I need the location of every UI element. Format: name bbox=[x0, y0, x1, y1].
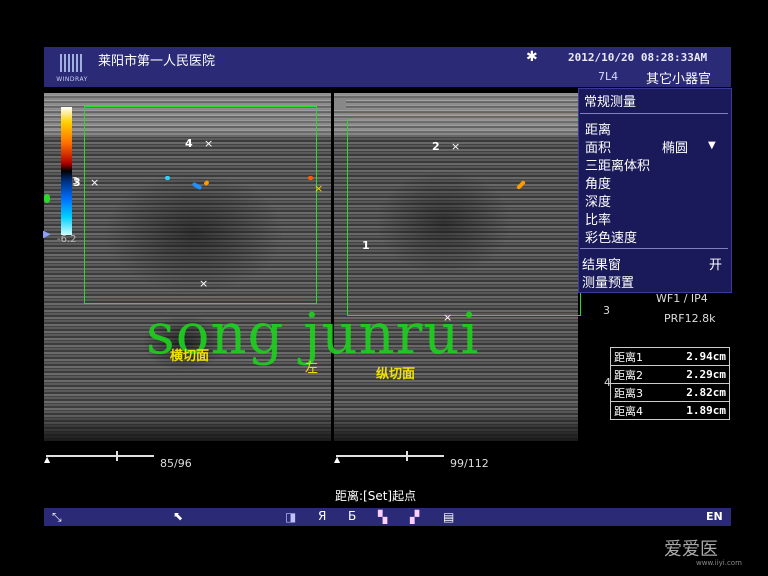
menu-divider bbox=[580, 248, 728, 249]
menu-item-result-window[interactable]: 结果窗 bbox=[582, 254, 621, 273]
menu-item-preset[interactable]: 测量预置 bbox=[582, 272, 634, 291]
cine-slider-left-knob[interactable] bbox=[116, 451, 119, 461]
result-row: 距离1 2.94cm bbox=[610, 347, 730, 366]
caliper-mark[interactable]: × bbox=[90, 176, 99, 189]
menu-title[interactable]: 常规测量 bbox=[584, 91, 636, 110]
area-shape-select[interactable]: 椭圆 bbox=[662, 137, 688, 156]
caliper-mark[interactable]: × bbox=[199, 277, 208, 290]
menu-item-volume[interactable]: 三距离体积 bbox=[585, 155, 650, 174]
caliper-2-label: 2 bbox=[432, 140, 440, 153]
frame-counter-right: 99/112 bbox=[450, 457, 489, 470]
caliper-1-label: 1 bbox=[362, 239, 370, 252]
measurement-results: 距离1 2.94cm 距离2 2.29cm 距离3 2.82cm 距离4 1.89cm bbox=[610, 347, 730, 420]
menu-item-color-velocity[interactable]: 彩色速度 bbox=[585, 227, 637, 246]
chevron-down-icon[interactable]: ▼ bbox=[708, 140, 716, 151]
wall-filter-param: WF1 / IP4 bbox=[656, 292, 708, 305]
cine-slider-left[interactable] bbox=[46, 455, 154, 457]
exam-preset[interactable]: 其它小器官 bbox=[646, 68, 711, 87]
dual-icon[interactable]: ▞ bbox=[410, 510, 419, 524]
cine-slider-right[interactable] bbox=[336, 455, 444, 457]
probe-orientation-icon bbox=[334, 100, 346, 109]
focus-marker-icon bbox=[44, 194, 50, 203]
depth-scale-3: 3 bbox=[603, 304, 610, 317]
result-row: 距离3 2.82cm bbox=[610, 384, 730, 402]
layout-icon[interactable]: ▚ bbox=[378, 510, 387, 524]
flip-icon[interactable]: Я bbox=[318, 509, 326, 523]
bottom-toolbar bbox=[44, 508, 731, 526]
prf-param: PRF12.8k bbox=[664, 312, 716, 325]
hospital-name: 莱阳市第一人民医院 bbox=[98, 54, 216, 69]
color-scale-bar bbox=[61, 107, 72, 235]
site-logo: 爱爱医 bbox=[664, 539, 718, 560]
datetime: 2012/10/20 08:28:33AM bbox=[568, 51, 708, 64]
caliper-4-label: 4 bbox=[185, 137, 193, 150]
language-indicator[interactable]: EN bbox=[706, 510, 723, 523]
side-label: 左 bbox=[305, 361, 319, 376]
result-row: 距离2 2.29cm bbox=[610, 366, 730, 384]
doppler-signal bbox=[165, 176, 170, 180]
caliper-icon[interactable]: ⤡ bbox=[52, 510, 62, 525]
result-row: 距离4 1.89cm bbox=[610, 402, 730, 420]
cine-slider-right-knob[interactable] bbox=[406, 451, 409, 461]
menu-item-depth[interactable]: 深度 bbox=[585, 191, 611, 210]
color-scale-bottom: -6.2 bbox=[57, 234, 77, 245]
menu-divider bbox=[580, 113, 728, 114]
color-roi-box-right[interactable] bbox=[347, 119, 581, 316]
menu-item-area[interactable]: 面积 bbox=[585, 137, 611, 156]
windray-logo: WINDRAY bbox=[52, 52, 92, 86]
caliper-mark[interactable]: × bbox=[451, 140, 460, 153]
menu-item-angle[interactable]: 角度 bbox=[585, 173, 611, 192]
depth-arrow-icon: ▶ bbox=[43, 229, 51, 240]
color-roi-box-left[interactable] bbox=[84, 106, 317, 304]
frame-counter-left: 85/96 bbox=[160, 457, 192, 470]
menu-item-distance[interactable]: 距离 bbox=[585, 119, 611, 138]
transverse-label: 横切面 bbox=[170, 349, 210, 364]
caliper-3-label: 3 bbox=[73, 176, 81, 189]
cursor-icon[interactable]: ⬉ bbox=[173, 509, 183, 523]
report-icon[interactable]: ▤ bbox=[443, 510, 454, 524]
snowflake-icon[interactable]: ✱ bbox=[526, 49, 538, 65]
body-mark-icon[interactable]: ◨ bbox=[285, 510, 296, 524]
rotate-icon[interactable]: Ƃ bbox=[348, 509, 356, 523]
probe-label: 7L4 bbox=[598, 70, 619, 83]
longitudinal-label: 纵切面 bbox=[376, 367, 416, 382]
result-window-toggle[interactable]: 开 bbox=[709, 254, 722, 273]
doppler-signal bbox=[308, 176, 313, 180]
site-url: www.iiyi.com bbox=[696, 559, 742, 567]
menu-item-ratio[interactable]: 比率 bbox=[585, 209, 611, 228]
caliper-mark[interactable]: × bbox=[204, 137, 213, 150]
status-hint: 距离:[Set]起点 bbox=[335, 489, 417, 503]
caliper-mark[interactable]: × bbox=[314, 182, 323, 195]
